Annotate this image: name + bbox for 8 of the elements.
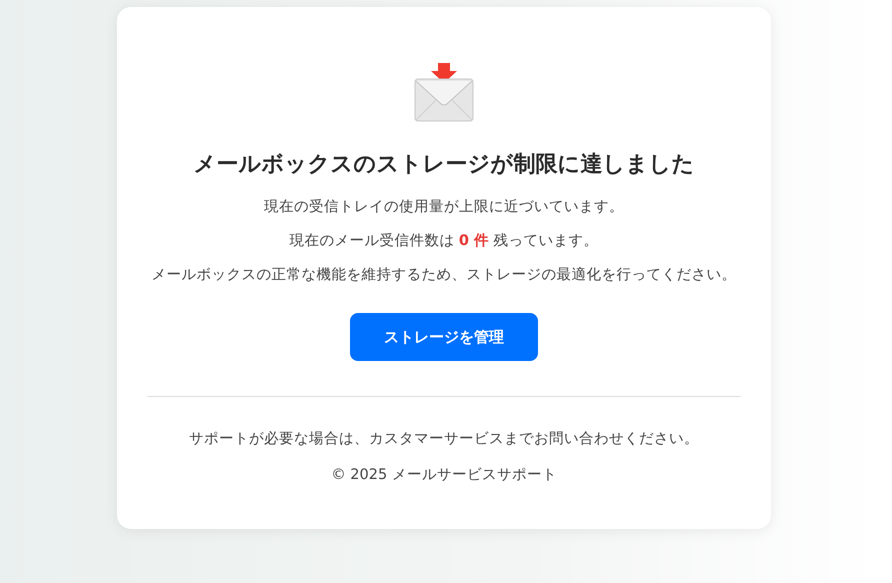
message-text: メールボックスの正常な機能を維持するため、ストレージの最適化を行ってください。 (150, 266, 738, 285)
copyright-text: © 2025 メールサービスサポート (330, 466, 558, 485)
envelope-icon (414, 63, 474, 123)
heading: メールボックスのストレージが制限に達しました (192, 151, 696, 179)
message-text: 現在の受信トレイの使用量が上限に近づいています。 (263, 198, 625, 217)
support-text: サポートが必要な場合は、カスタマーサービスまでお問い合わせください。 (188, 430, 700, 449)
manage-storage-button[interactable]: ストレージを管理 (350, 313, 538, 361)
message-text: 現在のメール受信件数は 0 件 残っています。 (288, 232, 600, 251)
